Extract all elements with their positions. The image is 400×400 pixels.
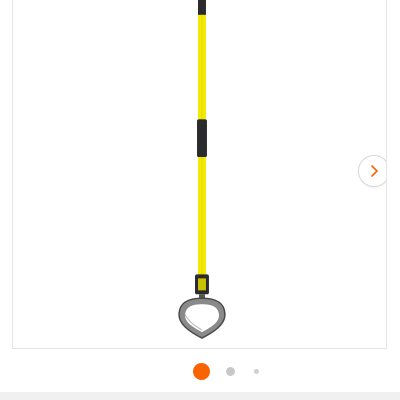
product-image-viewer[interactable] [12, 0, 387, 349]
chevron-right-icon [371, 165, 378, 177]
image-pagination [0, 362, 400, 382]
product-gallery-page [0, 0, 400, 400]
next-image-button[interactable] [358, 155, 386, 187]
pagination-dot[interactable] [254, 369, 259, 374]
handle-middle-grip [197, 119, 207, 158]
pagination-dot[interactable] [226, 367, 235, 376]
hoe-tool-icon [178, 0, 226, 339]
handle-top-grip [198, 0, 206, 15]
section-divider [0, 392, 400, 400]
pagination-dot-active[interactable] [193, 363, 210, 380]
